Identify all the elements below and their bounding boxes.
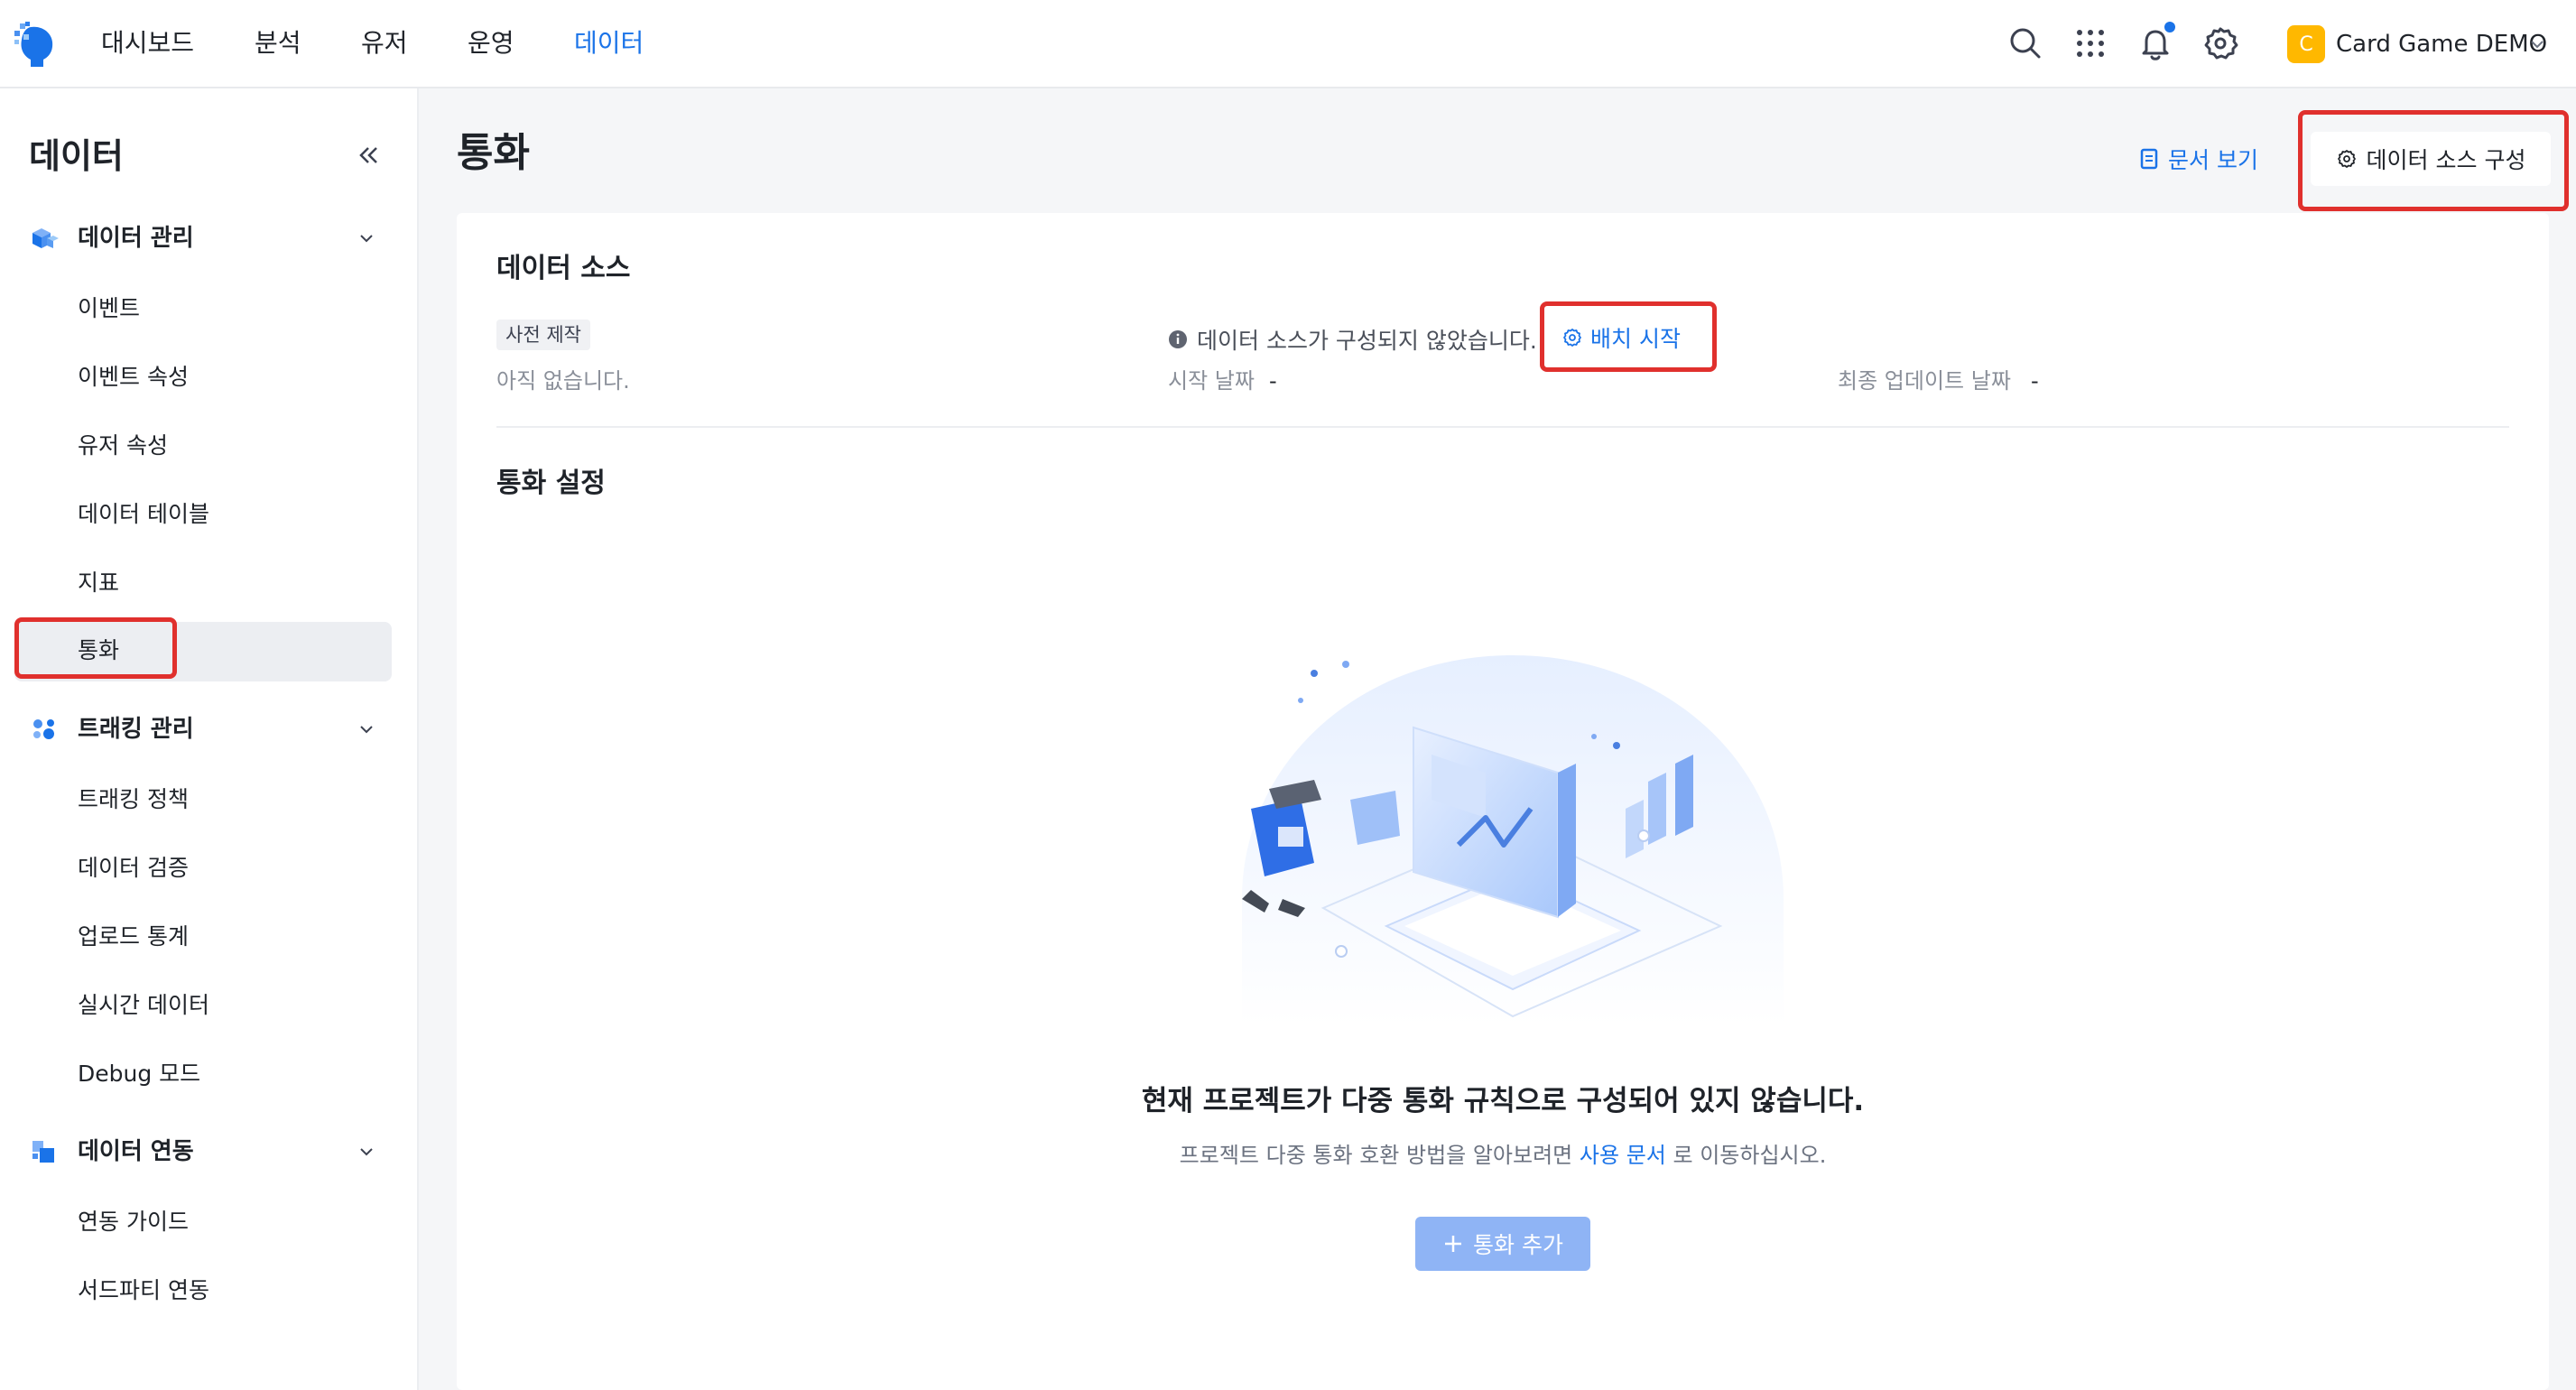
sidebar-item-label: 유저 속성	[78, 432, 168, 459]
sidebar-item-label: 실시간 데이터	[78, 992, 209, 1018]
nav-data[interactable]: 데이터	[574, 25, 644, 61]
nav-users[interactable]: 유저	[361, 25, 408, 61]
sidebar-group-label: 데이터 연동	[78, 1138, 194, 1165]
last-update-label: 최종 업데이트 날짜	[1838, 368, 2011, 394]
section-divider	[496, 426, 2509, 428]
settings-gear-icon[interactable]	[2201, 23, 2240, 63]
sidebar-item-realtime-data[interactable]: 실시간 데이터	[14, 977, 392, 1036]
sidebar-item-label: 지표	[78, 570, 120, 596]
data-source-section-title: 데이터 소스	[496, 253, 631, 284]
chevron-down-icon[interactable]	[357, 720, 375, 738]
start-batch-button[interactable]: 배치 시작	[1561, 321, 1681, 354]
page-title: 통화	[457, 130, 530, 176]
chevron-down-icon[interactable]	[357, 229, 375, 247]
sidebar-item-label: Debug 모드	[78, 1061, 201, 1087]
project-selector[interactable]: Card Game DEMO	[2336, 26, 2547, 62]
sidebar-item-user-properties[interactable]: 유저 속성	[14, 417, 392, 477]
settings-gear-icon	[2337, 150, 2356, 168]
configure-data-source-button[interactable]: 데이터 소스 구성	[2311, 132, 2551, 186]
main-content-card: 데이터 소스 사전 제작 아직 없습니다. 데이터 소스가 구성되지 않았습니다…	[457, 213, 2549, 1390]
view-docs-label: 문서 보기	[2168, 147, 2258, 173]
top-navigation-bar: 대시보드 분석 유저 운영 데이터 C Card Game DEMO	[0, 0, 2576, 88]
last-update-value: -	[2031, 368, 2039, 394]
sidebar-item-label: 트래킹 정책	[78, 786, 189, 812]
start-batch-label: 배치 시작	[1590, 326, 1681, 352]
data-source-status: 데이터 소스가 구성되지 않았습니다.	[1168, 323, 1537, 356]
nav-operations[interactable]: 운영	[468, 25, 514, 61]
sidebar-item-label: 업로드 통계	[78, 923, 189, 950]
chevron-down-icon[interactable]	[2529, 36, 2545, 52]
sidebar-item-integration-guide[interactable]: 연동 가이드	[14, 1193, 392, 1253]
settings-gear-icon	[1563, 329, 1581, 347]
search-icon[interactable]	[2006, 23, 2045, 63]
empty-state-description: 프로젝트 다중 통화 호환 방법을 알아보려면 사용 문서 로 이동하십시오.	[457, 1139, 2549, 1172]
sidebar-item-label: 이벤트	[78, 295, 141, 321]
empty-state-desc-suffix: 로 이동하십시오.	[1673, 1143, 1827, 1168]
sidebar-group-data-management[interactable]: 데이터 관리	[0, 211, 419, 265]
sidebar-title: 데이터	[29, 136, 124, 176]
document-icon	[2140, 148, 2158, 170]
nav-dashboard[interactable]: 대시보드	[101, 25, 194, 61]
tracking-dots-icon	[33, 719, 54, 739]
sidebar-item-upload-stats[interactable]: 업로드 통계	[14, 908, 392, 968]
sidebar-item-currency[interactable]: 통화	[14, 622, 392, 681]
currency-settings-section-title: 통화 설정	[496, 468, 606, 499]
sidebar-item-debug-mode[interactable]: Debug 모드	[14, 1045, 392, 1105]
preset-tag: 사전 제작	[496, 320, 590, 350]
sidebar-item-events[interactable]: 이벤트	[14, 280, 392, 339]
start-date-value: -	[1269, 368, 1277, 394]
notification-dot	[2164, 22, 2175, 32]
sidebar-item-label: 서드파티 연동	[78, 1277, 209, 1303]
data-source-empty-text: 아직 없습니다.	[496, 368, 630, 394]
integration-blocks-icon	[32, 1141, 54, 1163]
add-currency-button[interactable]: 통화 추가	[1415, 1217, 1590, 1271]
cube-data-icon	[32, 228, 59, 248]
empty-state-desc-prefix: 프로젝트 다중 통화 호환 방법을 알아보려면	[1179, 1143, 1573, 1168]
sidebar-item-third-party-integration[interactable]: 서드파티 연동	[14, 1262, 392, 1321]
empty-state-illustration	[1242, 655, 1784, 1025]
sidebar-item-label: 데이터 테이블	[78, 501, 209, 527]
sidebar-item-label: 데이터 검증	[78, 855, 189, 881]
project-avatar[interactable]: C	[2287, 25, 2325, 63]
sidebar-item-label: 이벤트 속성	[78, 364, 189, 390]
usage-docs-link[interactable]: 사용 문서	[1580, 1143, 1666, 1168]
app-logo-icon[interactable]	[13, 20, 61, 69]
chevron-down-icon[interactable]	[357, 1143, 375, 1161]
sidebar-group-label: 트래킹 관리	[78, 716, 194, 743]
empty-state-title: 현재 프로젝트가 다중 통화 규칙으로 구성되어 있지 않습니다.	[1141, 1085, 1865, 1117]
sidebar-item-event-properties[interactable]: 이벤트 속성	[14, 348, 392, 408]
add-currency-label: 통화 추가	[1473, 1232, 1563, 1258]
collapse-sidebar-icon[interactable]	[354, 141, 383, 170]
nav-analysis[interactable]: 분석	[255, 25, 301, 61]
sidebar: 데이터 데이터 관리 이벤트 이벤트 속성 유저 속성 데이터 테이블 지표 통…	[0, 88, 419, 1390]
sidebar-group-tracking-management[interactable]: 트래킹 관리	[0, 702, 419, 756]
plus-icon	[1445, 1236, 1462, 1252]
sidebar-item-label: 연동 가이드	[78, 1209, 189, 1235]
data-source-status-text: 데이터 소스가 구성되지 않았습니다.	[1197, 328, 1537, 354]
view-docs-link[interactable]: 문서 보기	[2139, 141, 2258, 177]
configure-data-source-label: 데이터 소스 구성	[2366, 147, 2526, 173]
sidebar-item-label: 통화	[78, 637, 120, 663]
sidebar-group-label: 데이터 관리	[78, 225, 194, 252]
sidebar-group-data-integration[interactable]: 데이터 연동	[0, 1125, 419, 1179]
info-icon	[1169, 330, 1187, 348]
start-date-label: 시작 날짜	[1168, 368, 1255, 394]
apps-grid-icon[interactable]	[2071, 23, 2110, 63]
sidebar-item-metrics[interactable]: 지표	[14, 554, 392, 614]
sidebar-item-tracking-policy[interactable]: 트래킹 정책	[14, 771, 392, 830]
sidebar-item-data-tables[interactable]: 데이터 테이블	[14, 486, 392, 545]
sidebar-item-data-validation[interactable]: 데이터 검증	[14, 839, 392, 899]
